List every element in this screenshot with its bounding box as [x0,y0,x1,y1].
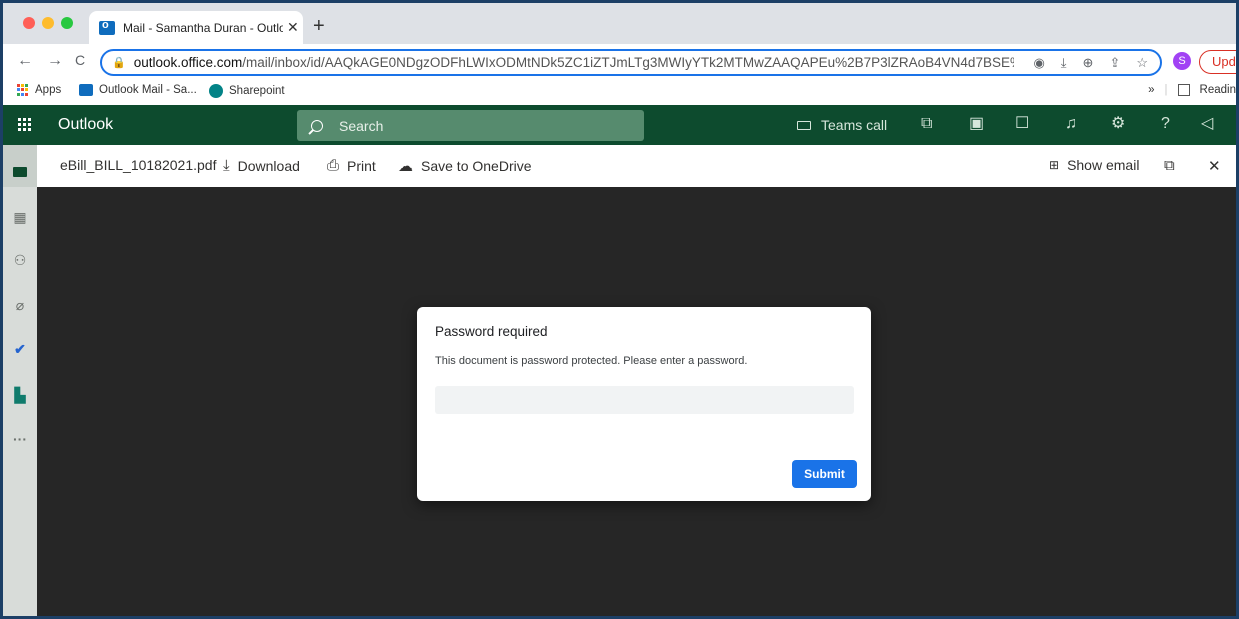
show-email-button[interactable]: ⊞ Show email [1049,157,1139,173]
browser-tab[interactable]: Mail - Samantha Duran - Outlo ✕ [89,11,303,44]
minimize-window-button[interactable] [42,17,54,29]
outlook-favicon-icon [99,19,115,35]
search-icon [311,119,323,132]
app-launcher-icon[interactable] [18,118,31,131]
bookings-icon[interactable]: ▙ [3,387,37,404]
bookmark-star-icon[interactable]: ☆ [1136,55,1148,71]
calendar-icon[interactable]: ▦ [3,209,37,226]
update-button[interactable]: Updat [1199,50,1236,74]
url-path: /mail/inbox/id/AAQkAGE0NDgzODFhLWIxODMtN… [242,55,1014,70]
zoom-icon[interactable]: ⊕ [1083,55,1094,71]
camera-icon [797,120,811,130]
save-to-onedrive-button[interactable]: ☁ Save to OneDrive [398,157,532,175]
download-button[interactable]: ⤓ Download [223,157,300,174]
share-icon[interactable]: ⇪ [1109,55,1120,71]
gear-icon[interactable]: ⚙ [1111,116,1125,132]
mail-icon[interactable] [13,167,27,177]
tab-close-icon[interactable]: ✕ [287,19,299,36]
cloud-upload-icon: ☁ [398,158,413,175]
help-icon[interactable]: ? [1161,116,1170,132]
office-icon[interactable]: ▣ [969,116,984,132]
show-email-label: Show email [1067,157,1140,173]
people-icon[interactable]: ⚇ [3,252,37,269]
bookmark-sharepoint-label: Sharepoint [229,85,285,97]
filename-label: eBill_BILL_10182021.pdf [60,157,217,173]
teams-call-label: Teams call [821,117,888,133]
print-button[interactable]: ⎙ Print [327,157,376,174]
submit-button[interactable]: Submit [792,460,857,488]
reading-list-button[interactable]: Readin [1200,84,1236,96]
bookmark-apps[interactable]: Apps [17,84,61,96]
todo-icon[interactable]: ✔ [3,341,37,358]
back-button[interactable]: ← [17,52,33,70]
bookmarks-divider: | [1164,84,1168,96]
attachment-toolbar: eBill_BILL_10182021.pdf ⤓ Download ⎙ Pri… [37,145,1236,187]
attachment-filename: eBill_BILL_10182021.pdf [60,157,216,173]
url-input[interactable]: 🔒 outlook.office.com/mail/inbox/id/AAQkA… [100,49,1162,76]
dialog-message: This document is password protected. Ple… [435,355,748,367]
dialog-title: Password required [435,324,548,339]
bookmark-sharepoint[interactable]: Sharepoint [209,84,285,98]
popout-button[interactable]: ⧉ [1164,157,1175,174]
outlook-brand[interactable]: Outlook [58,116,113,134]
maximize-window-button[interactable] [61,17,73,29]
my-day-icon[interactable]: ☐ [1015,116,1029,132]
teams-call-button[interactable]: Teams call [797,117,887,133]
download-icon: ⤓ [223,157,230,174]
more-bookmarks-button[interactable]: » [1148,84,1154,96]
bookmark-outlook-label: Outlook Mail - Sa... [99,84,197,96]
download-label: Download [237,157,300,174]
url-action-icons: ◉ ⤓ ⊕ ⇪ ☆ [1033,55,1148,71]
chat-icon[interactable]: ⧉ [921,116,932,132]
profile-avatar[interactable]: S [1173,52,1191,70]
bell-icon[interactable]: ♫ [1065,116,1077,132]
address-bar-row: ← → C 🔒 outlook.office.com/mail/inbox/id… [3,44,1236,80]
forward-button[interactable]: → [47,52,63,70]
password-input[interactable] [435,386,854,414]
bookmark-apps-label: Apps [35,84,62,96]
bookmarks-right: » | Readin [1148,84,1236,96]
bookmark-outlook[interactable]: Outlook Mail - Sa... [79,84,197,96]
tab-title: Mail - Samantha Duran - Outlo [123,20,283,35]
print-label: Print [347,157,376,174]
close-viewer-button[interactable]: ✕ [1208,157,1221,175]
printer-icon: ⎙ [327,157,340,174]
search-box[interactable]: Search [297,110,644,141]
apps-grid-icon [17,84,29,96]
popout-icon: ⧉ [1164,157,1175,174]
bookmarks-bar: Apps Outlook Mail - Sa... Sharepoint » |… [3,80,1236,105]
close-window-button[interactable] [23,17,35,29]
lock-icon: 🔒 [112,57,126,69]
url-domain: outlook.office.com [133,55,243,70]
url-text: outlook.office.com/mail/inbox/id/AAQkAGE… [134,55,1014,70]
save-onedrive-label: Save to OneDrive [421,158,532,174]
close-icon: ✕ [1208,158,1221,175]
new-tab-button[interactable]: + [313,15,325,38]
reload-button[interactable]: C [75,52,85,68]
install-icon[interactable]: ⤓ [1061,55,1067,71]
tab-bar: Mail - Samantha Duran - Outlo ✕ + [3,3,1236,44]
feedback-icon[interactable]: ◁ [1201,116,1213,132]
search-placeholder: Search [339,117,384,134]
reading-list-icon [1177,84,1190,96]
more-apps-icon[interactable]: ··· [3,431,37,447]
show-email-icon: ⊞ [1049,158,1060,172]
password-dialog: Password required This document is passw… [417,307,871,501]
rail-mail-active [3,145,37,187]
browser-window: Mail - Samantha Duran - Outlo ✕ + ← → C … [0,0,1239,619]
eye-icon[interactable]: ◉ [1033,55,1044,71]
attachment-icon[interactable]: ⌀ [3,297,37,314]
sharepoint-icon [209,84,223,98]
outlook-icon [79,84,93,96]
left-rail: ▦ ⚇ ⌀ ✔ ▙ ··· [3,145,37,616]
outlook-header: Outlook Search Teams call ⧉ ▣ ☐ ♫ ⚙ ? ◁ [3,105,1236,145]
